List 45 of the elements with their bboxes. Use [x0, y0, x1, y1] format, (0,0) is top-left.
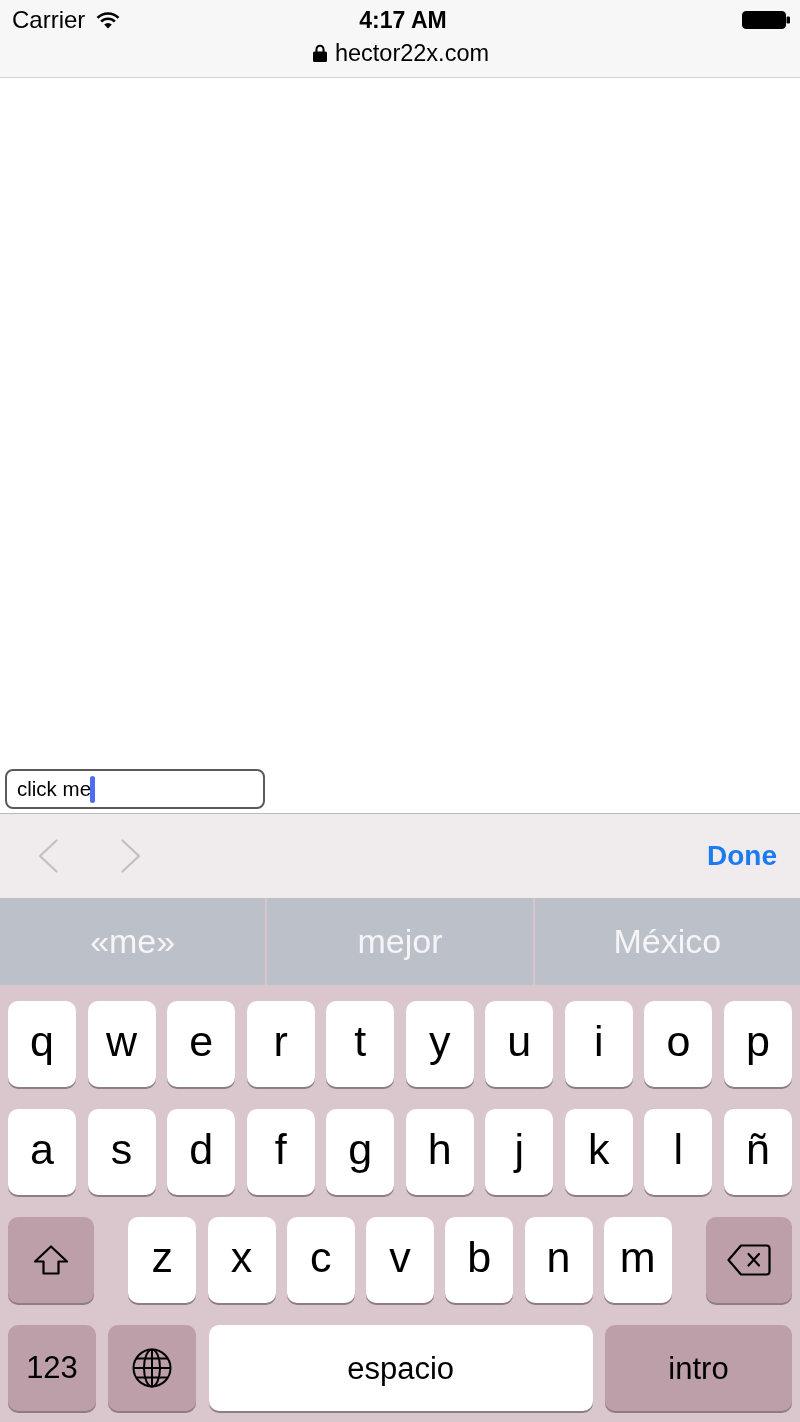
delete-key[interactable]: [706, 1217, 792, 1303]
carrier-name: Carrier: [12, 6, 86, 34]
letter-key[interactable]: r: [246, 1001, 315, 1087]
letter-key[interactable]: e: [167, 1001, 236, 1087]
backspace-icon: [727, 1244, 771, 1276]
letter-key[interactable]: i: [564, 1001, 633, 1087]
letter-key[interactable]: p: [723, 1001, 792, 1087]
status-time: 4:17 AM: [358, 6, 447, 34]
numbers-key[interactable]: 123: [8, 1325, 96, 1411]
letter-key[interactable]: d: [167, 1109, 236, 1195]
letter-key[interactable]: w: [87, 1001, 156, 1087]
globe-key[interactable]: [108, 1325, 197, 1411]
letter-key[interactable]: t: [326, 1001, 395, 1087]
shift-icon: [33, 1245, 69, 1275]
letter-key[interactable]: o: [644, 1001, 713, 1087]
letter-key[interactable]: a: [8, 1109, 76, 1195]
space-key[interactable]: espacio: [208, 1325, 593, 1411]
letter-key[interactable]: l: [644, 1109, 713, 1195]
letter-key[interactable]: f: [246, 1109, 315, 1195]
letter-key[interactable]: b: [445, 1217, 514, 1303]
letter-key[interactable]: s: [87, 1109, 156, 1195]
letter-key[interactable]: v: [366, 1217, 434, 1303]
letter-key[interactable]: k: [564, 1109, 633, 1195]
shift-key[interactable]: [8, 1217, 94, 1303]
letter-key[interactable]: m: [603, 1217, 672, 1303]
chevron-right-icon: [121, 839, 141, 873]
wifi-icon: [96, 11, 121, 29]
letter-key[interactable]: c: [286, 1217, 355, 1303]
letter-key[interactable]: ñ: [723, 1109, 792, 1195]
text-cursor-icon: [90, 776, 96, 803]
text-input-field[interactable]: click me: [5, 769, 265, 809]
url-text[interactable]: hector22x.com: [334, 39, 490, 67]
battery-icon: [742, 11, 790, 29]
letter-key[interactable]: h: [405, 1109, 474, 1195]
chevron-left-icon: [38, 839, 58, 873]
letter-key[interactable]: j: [485, 1109, 554, 1195]
letter-key[interactable]: y: [405, 1001, 474, 1087]
globe-icon: [132, 1348, 173, 1388]
letter-key[interactable]: n: [524, 1217, 593, 1303]
letter-key[interactable]: u: [485, 1001, 554, 1087]
letter-key[interactable]: z: [128, 1217, 197, 1303]
letter-key[interactable]: x: [207, 1217, 276, 1303]
letter-key[interactable]: g: [326, 1109, 395, 1195]
return-key[interactable]: intro: [605, 1325, 792, 1411]
letter-key[interactable]: q: [8, 1001, 76, 1087]
